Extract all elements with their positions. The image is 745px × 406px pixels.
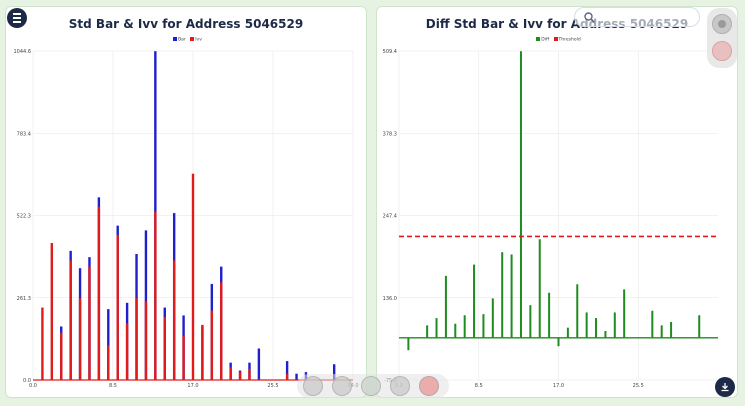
y-tick-label: 247.4 bbox=[383, 214, 397, 220]
ivv-mark bbox=[220, 282, 223, 380]
y-tick-label: 261.3 bbox=[17, 296, 31, 302]
diff-mark bbox=[454, 323, 457, 338]
ivv-mark bbox=[97, 206, 101, 380]
diff-mark bbox=[548, 292, 551, 338]
diff-mark bbox=[698, 315, 701, 338]
ivv-mark bbox=[78, 298, 82, 380]
ivv-mark bbox=[69, 260, 72, 380]
record-button[interactable] bbox=[712, 14, 732, 34]
search-icon bbox=[584, 12, 595, 23]
diff-mark bbox=[557, 337, 560, 347]
bottom-toolbar bbox=[297, 374, 449, 398]
ivv-mark bbox=[201, 324, 204, 380]
ivv-mark bbox=[135, 298, 138, 380]
reset-button[interactable] bbox=[390, 376, 410, 396]
diff-mark bbox=[670, 322, 673, 338]
stop-button[interactable] bbox=[712, 41, 732, 61]
diff-mark bbox=[585, 312, 588, 338]
side-controls bbox=[707, 8, 737, 68]
y-tick-label: 0.0 bbox=[23, 378, 31, 384]
charts-svg: 0.08.517.025.534.00.0261.3522.3783.41044… bbox=[14, 49, 718, 389]
zoom-in-button[interactable] bbox=[332, 376, 352, 396]
diff-mark bbox=[538, 239, 541, 338]
ivv-mark bbox=[163, 317, 166, 380]
zoom-out-button[interactable] bbox=[303, 376, 323, 396]
ivv-mark bbox=[125, 323, 129, 380]
diff-mark bbox=[407, 337, 410, 351]
grid-toggle-button[interactable] bbox=[361, 376, 381, 396]
x-tick-label: 25.5 bbox=[267, 383, 278, 389]
record-icon bbox=[718, 20, 726, 28]
ivv-mark bbox=[182, 335, 185, 380]
search-input[interactable] bbox=[599, 10, 693, 25]
ivv-mark bbox=[172, 260, 176, 380]
y-tick-label: 509.4 bbox=[383, 49, 397, 55]
search-box[interactable] bbox=[574, 7, 700, 27]
x-tick-label: 25.5 bbox=[633, 383, 644, 389]
ivv-mark bbox=[238, 372, 242, 380]
diff-mark bbox=[426, 325, 429, 338]
download-button[interactable] bbox=[715, 377, 735, 397]
diff-mark bbox=[529, 305, 532, 338]
diff-mark bbox=[510, 254, 513, 338]
ivv-mark bbox=[41, 307, 44, 380]
ivv-mark bbox=[60, 332, 63, 380]
diff-mark bbox=[660, 325, 663, 338]
diff-mark bbox=[435, 318, 438, 338]
ivv-mark bbox=[116, 235, 119, 380]
y-tick-label: 136.0 bbox=[383, 296, 397, 302]
diff-mark bbox=[463, 315, 466, 338]
delete-button[interactable] bbox=[419, 376, 439, 396]
ivv-mark bbox=[191, 173, 195, 380]
diff-mark bbox=[566, 327, 569, 338]
diff-mark bbox=[519, 51, 522, 338]
y-tick-label: 1044.6 bbox=[14, 49, 32, 55]
diff-mark bbox=[473, 264, 476, 338]
ivv-mark bbox=[154, 211, 157, 380]
y-tick-label: 378.3 bbox=[383, 131, 397, 137]
diff-mark bbox=[576, 284, 579, 338]
diff-mark bbox=[444, 275, 447, 338]
diff-mark bbox=[651, 310, 654, 338]
ivv-mark bbox=[50, 242, 54, 380]
x-tick-label: 8.5 bbox=[475, 383, 483, 389]
diff-mark bbox=[595, 318, 598, 338]
y-tick-label: 522.3 bbox=[17, 214, 31, 220]
x-tick-label: 17.0 bbox=[553, 383, 564, 389]
ivv-mark bbox=[210, 310, 214, 380]
download-icon bbox=[721, 383, 729, 392]
ivv-mark bbox=[229, 367, 232, 380]
diff-mark bbox=[604, 331, 607, 338]
x-tick-label: 17.0 bbox=[187, 383, 198, 389]
ivv-mark bbox=[88, 266, 91, 380]
bar-mark bbox=[257, 348, 261, 380]
diff-mark bbox=[623, 289, 626, 338]
ivv-mark bbox=[285, 373, 289, 380]
x-tick-label: 8.5 bbox=[109, 383, 117, 389]
y-tick-label: 783.4 bbox=[17, 131, 31, 137]
bar-mark bbox=[295, 373, 298, 380]
ivv-mark bbox=[248, 368, 251, 380]
ivv-mark bbox=[107, 345, 110, 380]
diff-mark bbox=[491, 298, 494, 338]
ivv-mark bbox=[144, 301, 148, 380]
diff-mark bbox=[613, 312, 616, 338]
diff-mark bbox=[482, 314, 485, 338]
hamburger-menu-icon[interactable] bbox=[7, 8, 27, 28]
diff-mark bbox=[501, 252, 504, 338]
